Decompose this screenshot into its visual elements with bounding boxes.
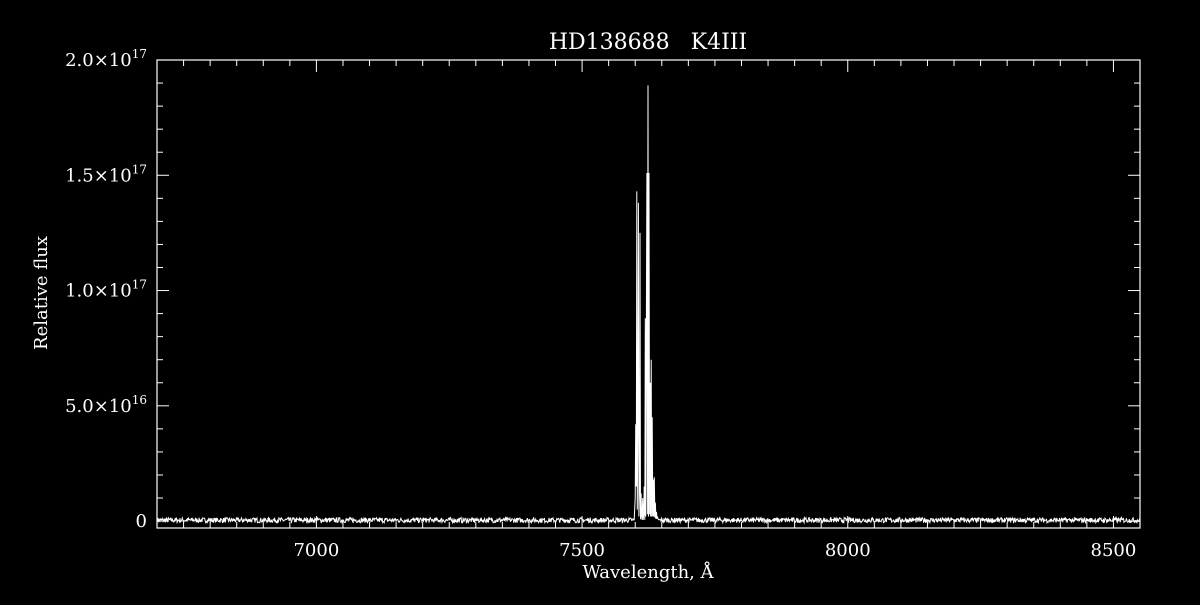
y-tick-label: 5.0×1016 xyxy=(65,393,147,417)
x-tick-label: 8000 xyxy=(825,540,871,561)
x-tick-label: 7000 xyxy=(293,540,339,561)
y-tick-label: 1.0×1017 xyxy=(65,278,147,302)
y-tick-label: 1.5×1017 xyxy=(65,162,147,186)
chart-title: HD138688 K4III xyxy=(549,30,747,55)
x-tick-label: 7500 xyxy=(559,540,605,561)
axis-tick-labels: 7000 7500 8000 8500 0 5.0×1016 1.0×1017 1.5×101… xyxy=(65,47,1136,561)
x-axis-label: Wavelength, Å xyxy=(582,561,714,583)
y-tick-label: 2.0×1017 xyxy=(65,47,147,71)
spectrum-chart: HD138688 K4III Wavelength, Å Relative fl… xyxy=(31,30,1141,583)
x-tick-label: 8500 xyxy=(1091,540,1137,561)
y-axis-label: Relative flux xyxy=(31,236,52,350)
chart-root: HD138688 K4III Wavelength, Å Relative fl… xyxy=(0,0,1200,600)
y-tick-label: 0 xyxy=(136,511,147,532)
spectrum-line xyxy=(156,85,1141,525)
